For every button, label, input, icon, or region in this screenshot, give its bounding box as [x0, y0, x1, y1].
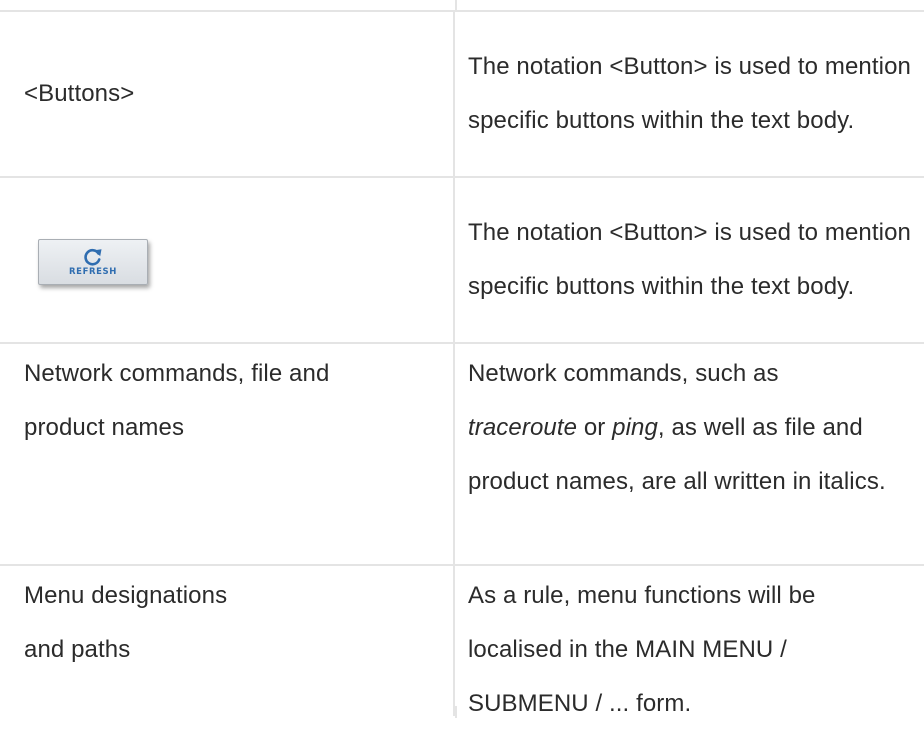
cell-text-line: Network commands, file and — [24, 360, 330, 387]
table-cell: REFRESH — [0, 178, 455, 342]
cell-text: Menu designations and paths — [24, 569, 227, 677]
table-cell: <Buttons> — [0, 12, 455, 176]
table-row: Menu designations and paths As a rule, m… — [0, 564, 924, 717]
refresh-label: REFRESH — [69, 267, 117, 277]
table-cell: Network commands, file and product names — [0, 344, 455, 564]
cell-text: <Buttons> — [24, 80, 135, 107]
cell-text-line: and paths — [24, 636, 131, 663]
cell-description: The notation <Button> is used to mention… — [468, 53, 911, 134]
text-span: Network commands, such as — [468, 360, 779, 387]
table-row: <Buttons> The notation <Button> is used … — [0, 10, 924, 176]
table-cell: Menu designations and paths — [0, 566, 455, 716]
cell-description: The notation <Button> is used to mention… — [468, 219, 911, 300]
cell-text-line: Menu designations — [24, 582, 228, 609]
cell-text-line: product names — [24, 414, 185, 441]
italic-term: ping — [612, 414, 658, 441]
table-cell: The notation <Button> is used to mention… — [455, 178, 924, 342]
table-cell: As a rule, menu functions will be locali… — [455, 566, 924, 717]
table-cell: Network commands, such as traceroute or … — [455, 344, 924, 564]
table-divider — [455, 706, 457, 718]
refresh-icon — [84, 248, 102, 266]
table-row: Network commands, file and product names… — [0, 342, 924, 564]
table-row: REFRESH The notation <Button> is used to… — [0, 176, 924, 342]
italic-term: traceroute — [468, 414, 578, 441]
refresh-button[interactable]: REFRESH — [38, 239, 148, 285]
cell-text: Network commands, file and product names — [24, 347, 329, 455]
cell-description: As a rule, menu functions will be locali… — [468, 582, 816, 717]
table-cell: The notation <Button> is used to mention… — [455, 12, 924, 176]
text-span: or — [577, 414, 613, 441]
cell-description: Network commands, such as traceroute or … — [468, 347, 914, 509]
conventions-table: <Buttons> The notation <Button> is used … — [0, 0, 924, 717]
